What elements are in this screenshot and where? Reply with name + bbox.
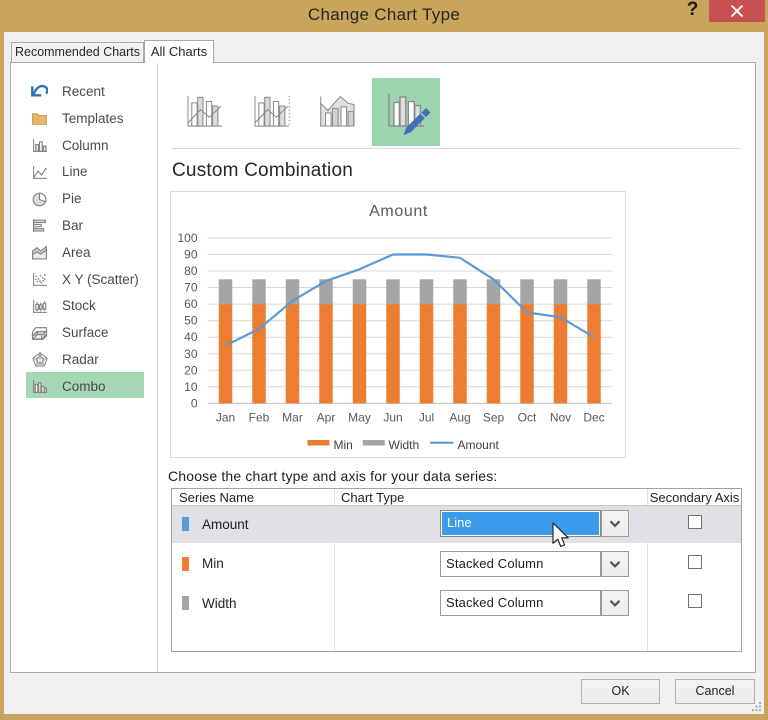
- svg-text:Amount: Amount: [458, 438, 500, 452]
- svg-text:Feb: Feb: [249, 411, 270, 425]
- svg-text:Dec: Dec: [583, 411, 604, 425]
- svg-text:Oct: Oct: [518, 411, 537, 425]
- svg-text:May: May: [348, 411, 371, 425]
- svg-text:Amount: Amount: [369, 203, 428, 220]
- svg-text:Min: Min: [334, 438, 353, 452]
- svg-text:100: 100: [177, 231, 197, 245]
- svg-text:60: 60: [184, 297, 198, 311]
- svg-text:Jun: Jun: [383, 411, 402, 425]
- svg-text:40: 40: [184, 330, 198, 344]
- svg-text:Width: Width: [389, 438, 420, 452]
- svg-text:90: 90: [184, 248, 198, 262]
- svg-text:Aug: Aug: [449, 411, 470, 425]
- svg-text:50: 50: [184, 314, 198, 328]
- svg-text:20: 20: [184, 363, 198, 377]
- svg-text:30: 30: [184, 347, 198, 361]
- svg-text:Apr: Apr: [317, 411, 336, 425]
- svg-text:0: 0: [191, 396, 198, 410]
- svg-text:Jan: Jan: [216, 411, 235, 425]
- svg-text:Sep: Sep: [483, 411, 505, 425]
- svg-text:Mar: Mar: [282, 411, 303, 425]
- svg-text:10: 10: [184, 380, 198, 394]
- svg-text:Jul: Jul: [419, 411, 434, 425]
- svg-text:80: 80: [184, 264, 198, 278]
- svg-text:Nov: Nov: [550, 411, 571, 425]
- svg-text:70: 70: [184, 281, 198, 295]
